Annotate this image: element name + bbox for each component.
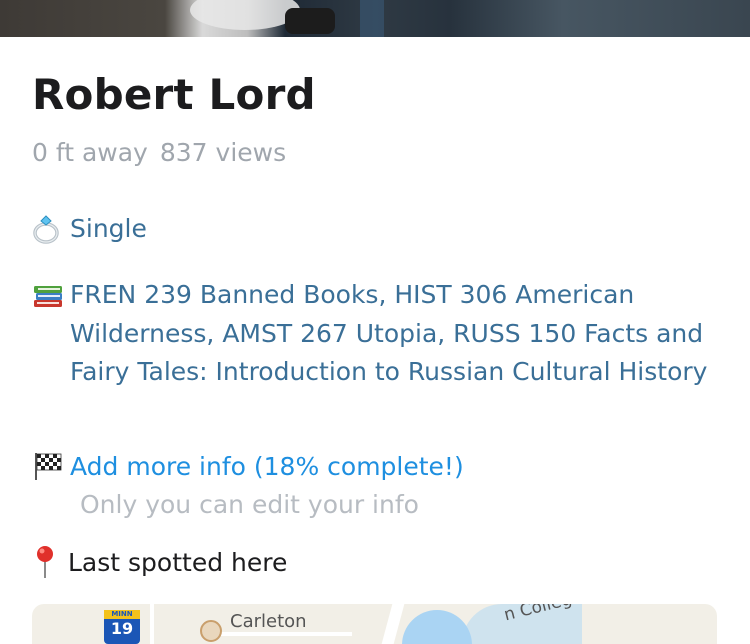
photo-detail [190, 0, 300, 30]
profile-photo[interactable] [0, 0, 750, 37]
add-more-info-row[interactable]: Add more info (18% complete!) [32, 448, 464, 486]
map-water [402, 610, 472, 644]
courses-list: FREN 239 Banned Books, HIST 306 American… [70, 280, 708, 386]
views-count: 837 views [159, 138, 287, 167]
profile-meta: 0 ft away 837 views [32, 138, 298, 167]
map-road [150, 604, 154, 644]
college-poi-icon [200, 620, 222, 642]
highway-shield-icon: MINN 19 [104, 610, 140, 644]
courses-row: FREN 239 Banned Books, HIST 306 American… [32, 276, 710, 392]
photo-detail [285, 8, 335, 34]
profile-name: Robert Lord [32, 70, 316, 119]
add-more-info-link[interactable]: Add more info (18% complete!) [70, 448, 464, 486]
highway-shield-number: 19 [110, 619, 134, 638]
last-spotted-label: Last spotted here [68, 548, 288, 577]
highway-shield-state: MINN [104, 610, 140, 619]
relationship-status-row: Single [32, 210, 147, 248]
map-road [212, 632, 352, 636]
ring-icon [32, 210, 70, 246]
distance-text: 0 ft away [32, 138, 148, 167]
books-icon [32, 276, 70, 312]
last-spotted-row: Last spotted here [32, 544, 287, 582]
pushpin-icon [32, 544, 68, 580]
photo-detail [360, 0, 384, 37]
map-label-carleton: Carleton [230, 611, 307, 632]
checkered-flag-icon [32, 448, 70, 484]
map-road [381, 604, 405, 644]
location-map[interactable]: MINN 19 Carleton n College [32, 604, 717, 644]
relationship-status: Single [70, 214, 147, 243]
edit-info-note: Only you can edit your info [80, 490, 419, 519]
